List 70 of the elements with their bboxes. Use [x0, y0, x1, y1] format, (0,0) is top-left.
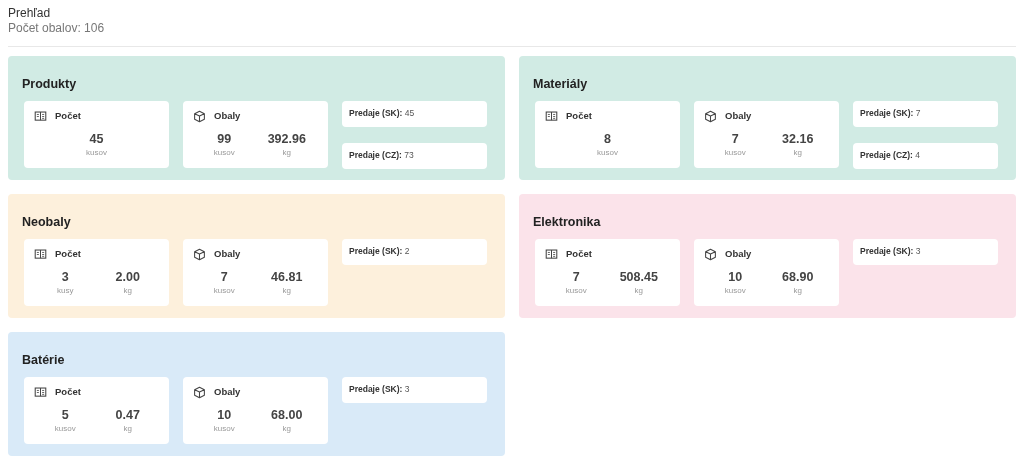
stat-value: 10 [217, 408, 232, 424]
stat-title: Počet [566, 109, 592, 123]
book-icon [34, 385, 47, 399]
category-title: Neobaly [22, 214, 71, 230]
stat-unit: kusov [724, 285, 746, 297]
stat-title: Obaly [214, 247, 241, 261]
category-title: Materiály [533, 76, 588, 92]
stat-unit: kg [793, 147, 802, 159]
stat-unit: kusov [213, 147, 235, 159]
stat-value: 99 [217, 132, 232, 148]
stat-unit: kusy [57, 285, 74, 297]
stat-value: 392.96 [267, 132, 306, 148]
stat-value: 0.47 [115, 408, 140, 424]
book-icon [34, 247, 47, 261]
sales-card: Predaje (SK): 2 [342, 239, 487, 265]
stat-unit: kusov [54, 423, 76, 435]
cube-icon [704, 247, 717, 261]
stat-unit: kg [634, 285, 643, 297]
stat-title: Obaly [214, 385, 241, 399]
stat-value: 68.00 [271, 408, 303, 424]
stat-value: 45 [89, 132, 104, 148]
book-icon [545, 109, 558, 123]
sales-card: Predaje (SK): 7 [853, 101, 998, 127]
stat-title: Obaly [725, 109, 752, 123]
stat-title: Obaly [214, 109, 241, 123]
page-title: Prehľad [8, 6, 52, 21]
stat-value: 2.00 [115, 270, 140, 286]
stat-value: 46.81 [271, 270, 303, 286]
sales-card: Predaje (SK): 3 [853, 239, 998, 265]
stat-unit: kg [123, 285, 132, 297]
stat-value: 508.45 [619, 270, 658, 286]
book-icon [545, 247, 558, 261]
stat-title: Obaly [725, 247, 752, 261]
stat-unit: kg [282, 285, 291, 297]
stat-value: 32.16 [782, 132, 814, 148]
stat-unit: kg [793, 285, 802, 297]
sales-card: Predaje (SK): 3 [342, 377, 487, 403]
stat-value: 3 [61, 270, 69, 286]
stat-unit: kusov [565, 285, 587, 297]
sales-card: Predaje (CZ): 73 [342, 143, 487, 169]
stat-unit: kusov [86, 147, 107, 159]
cube-icon [193, 385, 206, 399]
cube-icon [704, 109, 717, 123]
category-title: Elektronika [533, 214, 601, 230]
stat-value: 7 [572, 270, 580, 286]
stat-unit: kg [123, 423, 132, 435]
cube-icon [193, 109, 206, 123]
sales-card: Predaje (SK): 45 [342, 101, 487, 127]
stat-value: 8 [604, 132, 611, 148]
stat-title: Počet [55, 247, 81, 261]
stat-title: Počet [566, 247, 592, 261]
stat-value: 5 [61, 408, 69, 424]
stat-unit: kusov [213, 285, 235, 297]
package-count: Počet obalov: 106 [8, 21, 106, 36]
stat-unit: kusov [597, 147, 618, 159]
category-title: Batérie [22, 352, 65, 368]
stat-title: Počet [55, 109, 81, 123]
stat-unit: kg [282, 147, 291, 159]
stat-value: 68.90 [782, 270, 814, 286]
book-icon [34, 109, 47, 123]
stat-unit: kusov [724, 147, 746, 159]
stat-value: 7 [731, 132, 739, 148]
sales-card: Predaje (CZ): 4 [853, 143, 998, 169]
stat-value: 7 [220, 270, 228, 286]
category-title: Produkty [22, 76, 77, 92]
stat-value: 10 [728, 270, 743, 286]
stat-unit: kg [282, 423, 291, 435]
cube-icon [193, 247, 206, 261]
stat-unit: kusov [213, 423, 235, 435]
stat-title: Počet [55, 385, 81, 399]
